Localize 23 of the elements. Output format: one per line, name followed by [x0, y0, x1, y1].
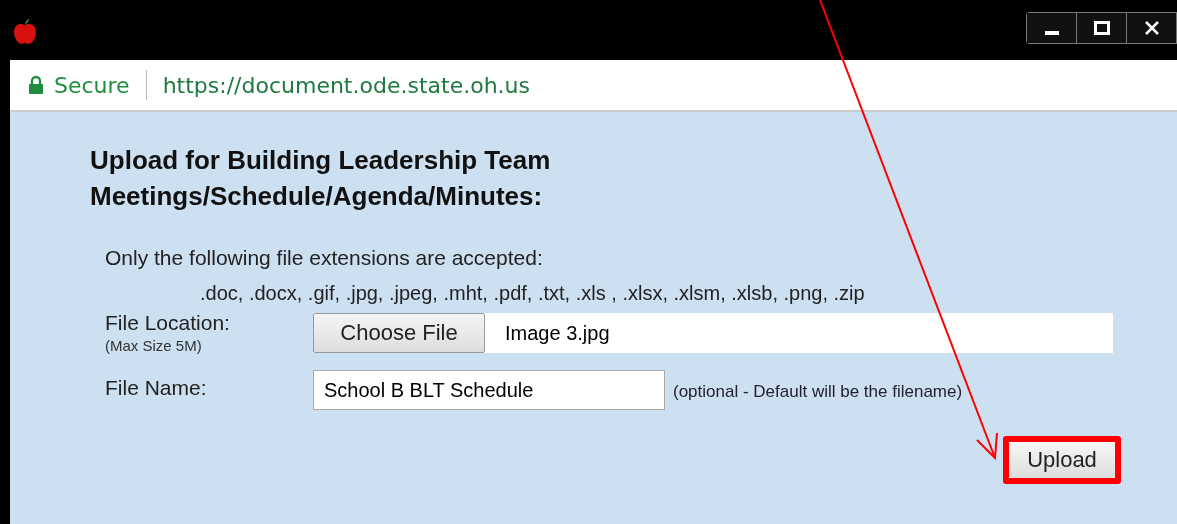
minimize-button[interactable]: [1027, 13, 1077, 43]
optional-hint: (optional - Default will be the filename): [673, 382, 963, 402]
choose-file-button[interactable]: Choose File: [313, 313, 485, 353]
page-heading: Upload for Building Leadership Team: [90, 144, 552, 177]
file-path-field[interactable]: Image 3.jpg: [485, 313, 610, 353]
maximize-icon: [1093, 21, 1110, 35]
address-bar[interactable]: Secure https://document.ode.state.oh.us: [10, 60, 1177, 112]
accepted-note: Only the following file extensions are accepted:: [105, 246, 544, 270]
apple-icon: [12, 18, 38, 46]
url-text: https://document.ode.state.oh.us: [162, 72, 530, 98]
file-name-field[interactable]: School B BLT Schedule: [313, 370, 665, 410]
upload-button[interactable]: Upload: [1003, 436, 1121, 484]
extension-list: .doc, .docx, .gif, .jpg, .jpeg, .mht, .pdf, .txt, .xls , .xlsx, .xlsm, .xlsb, .png, .zip: [200, 282, 1177, 305]
size-hint: (Max Size 5M): [105, 337, 203, 354]
close-icon: [1144, 21, 1159, 35]
lock-icon: [28, 75, 44, 95]
minimize-icon: [1044, 31, 1059, 35]
field-label: File Location:: [105, 311, 231, 335]
field-label: File Name:: [105, 376, 208, 400]
security-label: Secure: [54, 72, 130, 98]
maximize-button[interactable]: [1077, 13, 1127, 43]
page-heading: Meetings/Schedule/Agenda/Minutes:: [90, 180, 544, 213]
close-button[interactable]: [1127, 13, 1177, 43]
